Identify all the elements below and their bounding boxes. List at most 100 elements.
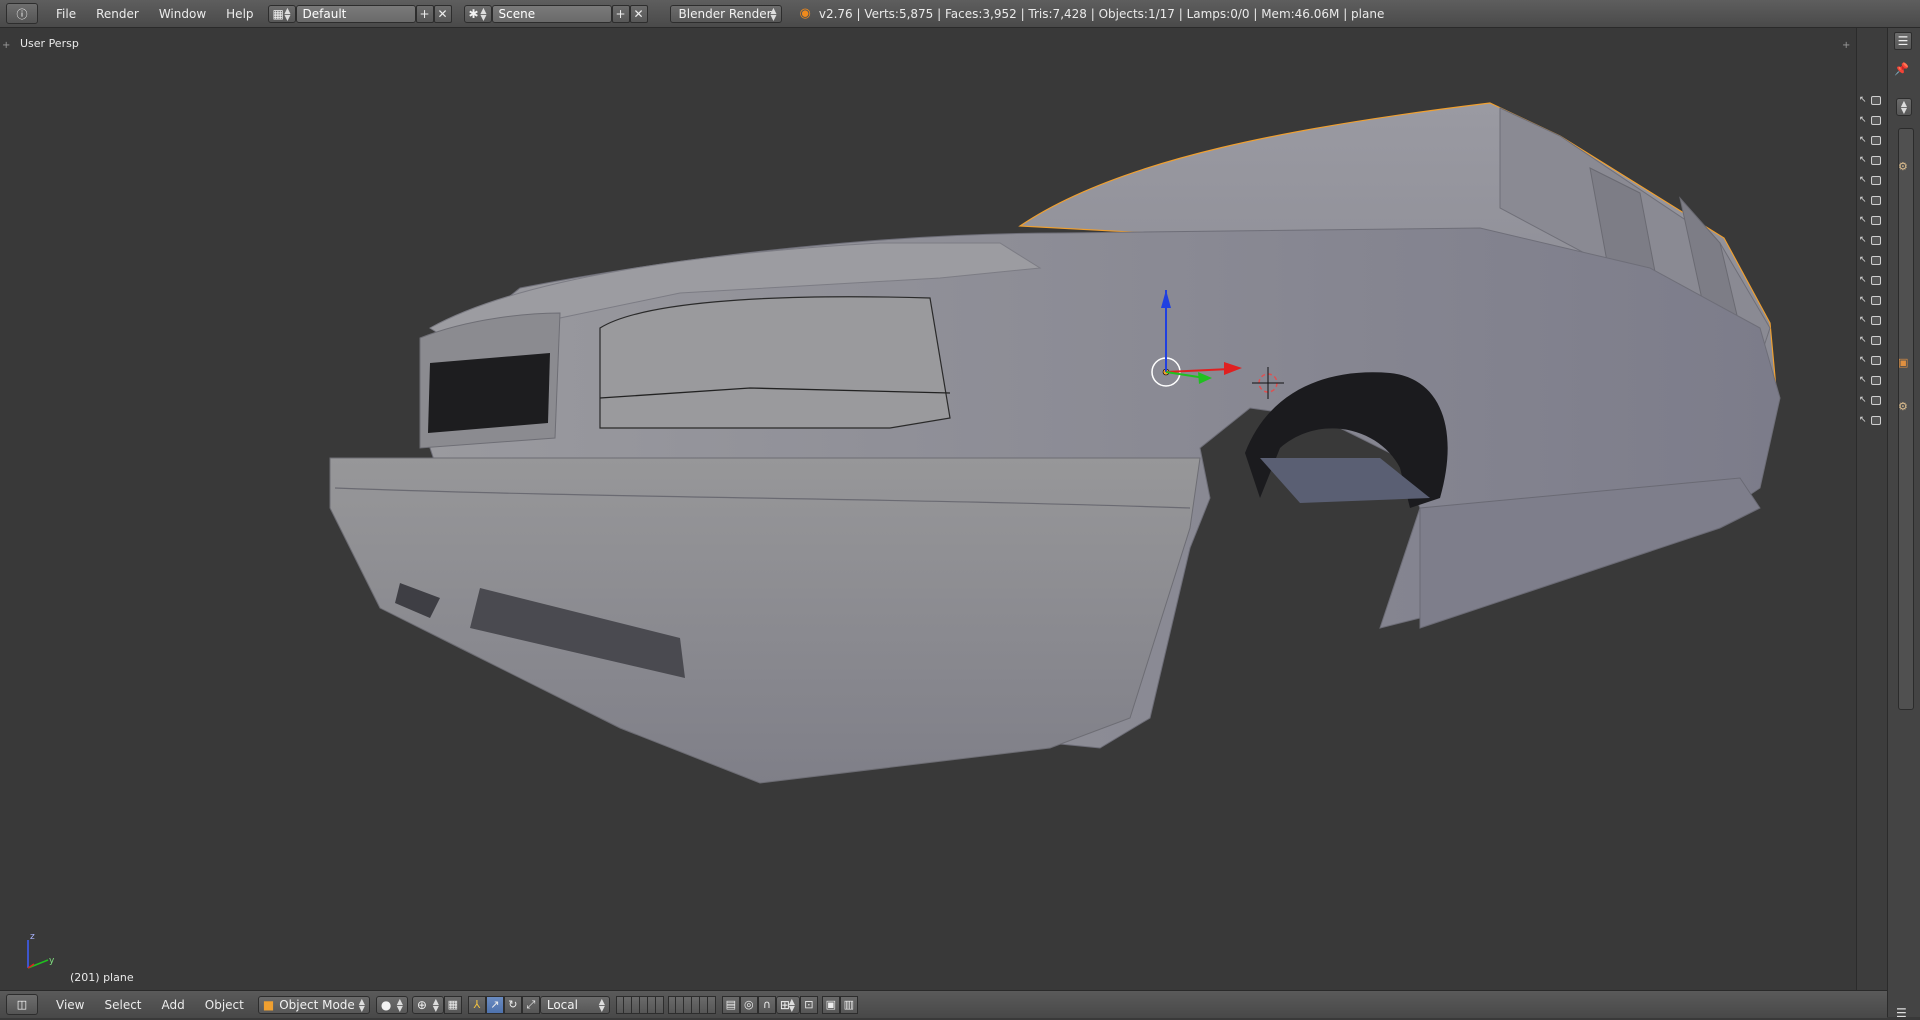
proportional-edit-button[interactable]: ◎ xyxy=(739,995,758,1014)
render-visibility-icon[interactable] xyxy=(1871,115,1881,125)
context-selector[interactable]: ▲ ▼ xyxy=(1896,98,1912,116)
outliner-row[interactable]: ↖ xyxy=(1859,172,1885,188)
snap-element-dropdown[interactable]: ⊞ ▲ ▼ xyxy=(775,995,800,1014)
outliner-row[interactable]: ↖ xyxy=(1859,252,1885,268)
scale-manipulator-button[interactable]: ⤢ xyxy=(521,995,540,1014)
outliner-row[interactable]: ↖ xyxy=(1859,292,1885,308)
outliner-row[interactable]: ↖ xyxy=(1859,112,1885,128)
material-tab-icon[interactable]: ⚙ xyxy=(1898,400,1908,413)
render-visibility-icon[interactable] xyxy=(1871,95,1881,105)
scene-field[interactable]: Scene xyxy=(491,4,612,23)
pivot-dropdown[interactable]: ⊕ ▲ ▼ xyxy=(411,995,444,1014)
outliner-row[interactable]: ↖ xyxy=(1859,412,1885,428)
render-visibility-icon[interactable] xyxy=(1871,215,1881,225)
render-visibility-icon[interactable] xyxy=(1871,415,1881,425)
menu-render[interactable]: Render xyxy=(86,7,149,21)
select-cursor-icon[interactable]: ↖ xyxy=(1859,95,1867,105)
outliner-row[interactable]: ↖ xyxy=(1859,392,1885,408)
rotate-manipulator-button[interactable]: ↻ xyxy=(503,995,522,1014)
render-visibility-icon[interactable] xyxy=(1871,235,1881,245)
scene-selector[interactable]: ✱ ▲ ▼ xyxy=(463,4,492,23)
only-origins-button[interactable]: ▦ xyxy=(443,995,462,1014)
select-cursor-icon[interactable]: ↖ xyxy=(1859,195,1867,205)
editor-type-icon[interactable]: ☰ xyxy=(1896,1006,1907,1020)
properties-scrollbar[interactable] xyxy=(1898,128,1914,710)
outliner-row[interactable]: ↖ xyxy=(1859,92,1885,108)
outliner-row[interactable]: ↖ xyxy=(1859,312,1885,328)
orientation-dropdown[interactable]: Local ▲ ▼ xyxy=(539,995,610,1014)
snap-target-button[interactable]: ⊡ xyxy=(799,995,818,1014)
select-cursor-icon[interactable]: ↖ xyxy=(1859,235,1867,245)
outliner-row[interactable]: ↖ xyxy=(1859,192,1885,208)
render-visibility-icon[interactable] xyxy=(1871,155,1881,165)
select-cursor-icon[interactable]: ↖ xyxy=(1859,115,1867,125)
menu-object[interactable]: Object xyxy=(195,998,254,1012)
render-engine-dropdown[interactable]: Blender Render ▲ ▼ xyxy=(669,4,782,23)
mode-dropdown[interactable]: ■ Object Mode ▲ ▼ xyxy=(257,995,370,1014)
render-visibility-icon[interactable] xyxy=(1871,195,1881,205)
translate-manipulator-button[interactable]: ↗ xyxy=(485,995,504,1014)
outliner-row[interactable]: ↖ xyxy=(1859,332,1885,348)
select-cursor-icon[interactable]: ↖ xyxy=(1859,275,1867,285)
menu-add[interactable]: Add xyxy=(152,998,195,1012)
outliner-row[interactable]: ↖ xyxy=(1859,352,1885,368)
editor-type-button[interactable]: ⓘ xyxy=(6,3,38,24)
editor-type-button[interactable]: ☰ xyxy=(1894,32,1912,50)
select-cursor-icon[interactable]: ↖ xyxy=(1859,215,1867,225)
menu-file[interactable]: File xyxy=(46,7,86,21)
render-visibility-icon[interactable] xyxy=(1871,395,1881,405)
menu-view[interactable]: View xyxy=(46,998,94,1012)
select-cursor-icon[interactable]: ↖ xyxy=(1859,175,1867,185)
select-cursor-icon[interactable]: ↖ xyxy=(1859,135,1867,145)
select-cursor-icon[interactable]: ↖ xyxy=(1859,295,1867,305)
add-screen-button[interactable]: + xyxy=(415,4,434,23)
object-tab-icon[interactable]: ▣ xyxy=(1898,356,1908,369)
layers-row-1[interactable] xyxy=(615,995,664,1014)
screen-layout-field[interactable]: Default xyxy=(295,4,416,23)
outliner-row[interactable]: ↖ xyxy=(1859,132,1885,148)
menu-window[interactable]: Window xyxy=(149,7,216,21)
lock-camera-button[interactable]: ▤ xyxy=(721,995,740,1014)
render-visibility-icon[interactable] xyxy=(1871,315,1881,325)
select-cursor-icon[interactable]: ↖ xyxy=(1859,315,1867,325)
camera-icon: ▣ xyxy=(825,998,837,1011)
select-cursor-icon[interactable]: ↖ xyxy=(1859,155,1867,165)
snap-button[interactable]: ∩ xyxy=(757,995,776,1014)
select-cursor-icon[interactable]: ↖ xyxy=(1859,395,1867,405)
select-cursor-icon[interactable]: ↖ xyxy=(1859,255,1867,265)
editor-type-button[interactable]: ◫ xyxy=(6,994,38,1015)
select-cursor-icon[interactable]: ↖ xyxy=(1859,415,1867,425)
outliner-row[interactable]: ↖ xyxy=(1859,152,1885,168)
delete-scene-button[interactable]: ✕ xyxy=(629,4,648,23)
3d-viewport[interactable]: + + z y User Persp (201) plane xyxy=(0,28,1856,990)
outliner-row[interactable]: ↖ xyxy=(1859,372,1885,388)
select-cursor-icon[interactable]: ↖ xyxy=(1859,355,1867,365)
render-animation-button[interactable]: ▥ xyxy=(839,995,858,1014)
menu-select[interactable]: Select xyxy=(94,998,151,1012)
shading-dropdown[interactable]: ● ▲ ▼ xyxy=(375,995,408,1014)
screen-layout-selector[interactable]: ▦ ▲ ▼ xyxy=(267,4,296,23)
render-visibility-icon[interactable] xyxy=(1871,295,1881,305)
outliner-row[interactable]: ↖ xyxy=(1859,232,1885,248)
render-visibility-icon[interactable] xyxy=(1871,275,1881,285)
menu-help[interactable]: Help xyxy=(216,7,263,21)
render-opengl-button[interactable]: ▣ xyxy=(821,995,840,1014)
outliner-row[interactable]: ↖ xyxy=(1859,212,1885,228)
outliner-collapsed[interactable]: ↖ ↖ ↖ ↖ ↖ ↖ ↖ ↖ ↖ ↖ ↖ ↖ ↖ ↖ ↖ ↖ ↖ xyxy=(1856,28,1887,990)
render-visibility-icon[interactable] xyxy=(1871,255,1881,265)
render-visibility-icon[interactable] xyxy=(1871,355,1881,365)
delete-screen-button[interactable]: ✕ xyxy=(433,4,452,23)
select-cursor-icon[interactable]: ↖ xyxy=(1859,375,1867,385)
pin-icon[interactable]: 📌 xyxy=(1894,62,1909,76)
add-scene-button[interactable]: + xyxy=(611,4,630,23)
render-visibility-icon[interactable] xyxy=(1871,335,1881,345)
render-visibility-icon[interactable] xyxy=(1871,375,1881,385)
properties-collapsed[interactable]: ☰ 📌 ▲ ▼ ⚙ ▣ ⚙ ☰ xyxy=(1887,28,1920,1020)
layers-row-2[interactable] xyxy=(667,995,716,1014)
render-visibility-icon[interactable] xyxy=(1871,175,1881,185)
render-visibility-icon[interactable] xyxy=(1871,135,1881,145)
render-tab-icon[interactable]: ⚙ xyxy=(1898,160,1908,173)
manipulator-toggle[interactable]: ⅄ xyxy=(467,995,486,1014)
select-cursor-icon[interactable]: ↖ xyxy=(1859,335,1867,345)
outliner-row[interactable]: ↖ xyxy=(1859,272,1885,288)
